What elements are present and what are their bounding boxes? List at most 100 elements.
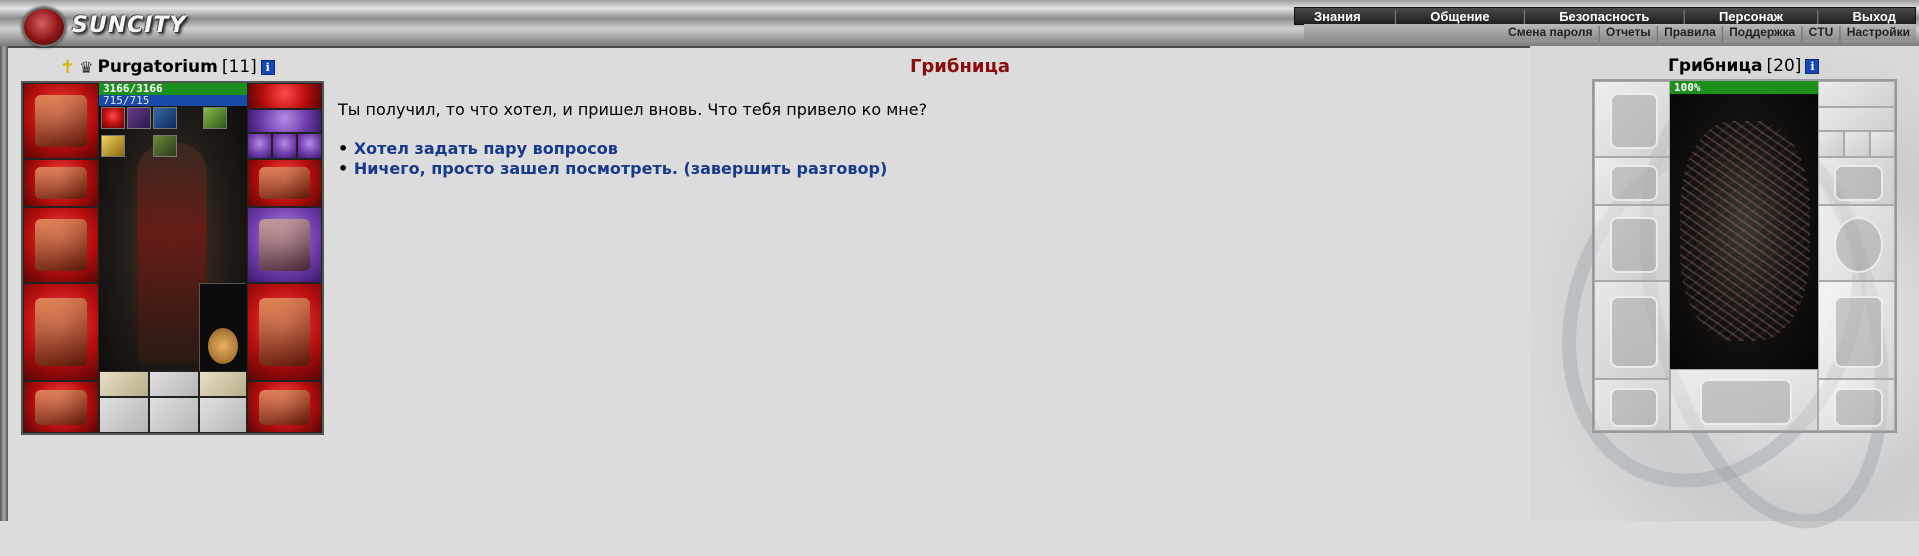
player-portrait[interactable]: 3166/3166 715/715 bbox=[99, 83, 247, 371]
npc-portrait[interactable]: 100% bbox=[1670, 81, 1818, 369]
offhand-slot[interactable] bbox=[247, 207, 322, 283]
npc-hp-bar: 100% bbox=[1670, 81, 1818, 94]
bullet: • bbox=[338, 139, 349, 158]
armor-placeholder-icon bbox=[1609, 296, 1659, 368]
weapon-slot[interactable] bbox=[23, 207, 99, 283]
menu-character[interactable]: Персонаж bbox=[1713, 9, 1789, 24]
menu-divider: | bbox=[1654, 22, 1661, 42]
menu-security[interactable]: Безопасность bbox=[1553, 9, 1655, 24]
empty-ring-slot bbox=[1870, 131, 1895, 157]
dialog-option: • Хотел задать пару вопросов bbox=[338, 139, 887, 159]
submenu-rules[interactable]: Правила bbox=[1664, 25, 1716, 39]
dialog-options: • Хотел задать пару вопросов • Ничего, п… bbox=[338, 139, 887, 179]
empty-boots-slot bbox=[1818, 379, 1895, 431]
empty-slot[interactable] bbox=[199, 397, 247, 433]
empty-amulet-slot bbox=[1818, 81, 1895, 107]
empty-slot[interactable] bbox=[99, 397, 149, 433]
armor-slot[interactable] bbox=[23, 283, 99, 381]
empty-helmet-slot bbox=[1594, 81, 1670, 157]
effect-icon[interactable] bbox=[153, 135, 177, 157]
effect-icon[interactable] bbox=[101, 135, 125, 157]
empty-earring-slot bbox=[1818, 107, 1895, 131]
belt-icon bbox=[35, 389, 87, 425]
effect-icon[interactable] bbox=[101, 107, 125, 129]
boots-slot[interactable] bbox=[247, 381, 322, 433]
effect-icon[interactable] bbox=[153, 107, 177, 129]
gloves-icon bbox=[258, 166, 311, 200]
empty-slot[interactable] bbox=[149, 397, 199, 433]
menu-communication[interactable]: Общение bbox=[1424, 9, 1495, 24]
scroll-slot[interactable] bbox=[199, 371, 247, 397]
gauntlet-icon bbox=[258, 219, 311, 271]
left-frame bbox=[0, 46, 8, 521]
belt-placeholder-icon bbox=[1700, 379, 1792, 425]
pet-portrait[interactable] bbox=[199, 283, 246, 371]
empty-belt-slot bbox=[1594, 379, 1670, 431]
belt-placeholder-icon bbox=[1609, 387, 1659, 427]
gloves-placeholder-icon bbox=[1834, 164, 1883, 202]
earring-slot[interactable] bbox=[247, 109, 322, 133]
clan-emblem-icon[interactable]: ♛ bbox=[79, 58, 93, 77]
bracers-placeholder-icon bbox=[1609, 164, 1659, 202]
effect-icon[interactable] bbox=[203, 107, 227, 129]
ring-slot[interactable] bbox=[247, 133, 272, 159]
scroll-slot[interactable] bbox=[99, 371, 149, 397]
empty-leggings-slot bbox=[1818, 281, 1895, 379]
submenu-reports[interactable]: Отчеты bbox=[1606, 25, 1651, 39]
menu-divider: | bbox=[1521, 6, 1528, 26]
empty-slot[interactable] bbox=[149, 371, 199, 397]
amulet-slot[interactable] bbox=[247, 83, 322, 109]
player-level: [11] bbox=[221, 57, 257, 77]
bracers-icon bbox=[35, 166, 87, 200]
npc-speech: Ты получил, то что хотел, и пришел вновь… bbox=[338, 100, 928, 119]
option-ask-questions[interactable]: Хотел задать пару вопросов bbox=[354, 139, 618, 158]
empty-armor-slot bbox=[1594, 281, 1670, 379]
menu-divider: | bbox=[1719, 22, 1726, 42]
npc-header: Грибница [20] i bbox=[1668, 56, 1820, 76]
effect-icon[interactable] bbox=[127, 107, 151, 129]
submenu-ctu[interactable]: CTU bbox=[1809, 25, 1834, 39]
menu-divider: | bbox=[1837, 22, 1843, 42]
dialog-option: • Ничего, просто зашел посмотреть. (заве… bbox=[338, 159, 887, 179]
leggings-slot[interactable] bbox=[247, 283, 322, 381]
dialog-title: Грибница bbox=[909, 56, 1011, 77]
option-end-conversation[interactable]: Ничего, просто зашел посмотреть. (заверш… bbox=[354, 159, 887, 178]
player-mana-bar: 715/715 bbox=[99, 95, 247, 106]
leggings-placeholder-icon bbox=[1834, 296, 1883, 368]
empty-belt-row bbox=[1670, 369, 1818, 431]
empty-ring-slot bbox=[1844, 131, 1870, 157]
submenu-settings[interactable]: Настройки bbox=[1847, 25, 1910, 39]
helmet-icon bbox=[35, 95, 87, 147]
bracers-slot[interactable] bbox=[23, 159, 99, 207]
menu-divider: | bbox=[1596, 22, 1602, 42]
menu-divider: | bbox=[1799, 22, 1805, 42]
spear-icon bbox=[35, 219, 87, 271]
ring-slot[interactable] bbox=[297, 133, 322, 159]
player-equipment-panel: 3166/3166 715/715 bbox=[21, 81, 324, 435]
submenu-change-password[interactable]: Смена пароля bbox=[1508, 25, 1592, 39]
empty-weapon-slot bbox=[1594, 205, 1670, 281]
menu-divider: | bbox=[1815, 6, 1821, 26]
helmet-slot[interactable] bbox=[23, 83, 99, 159]
helmet-placeholder-icon bbox=[1609, 93, 1659, 149]
player-info-icon[interactable]: i bbox=[260, 59, 275, 75]
menu-divider: | bbox=[1681, 6, 1687, 26]
shield-placeholder-icon bbox=[1834, 217, 1883, 273]
submenu-support[interactable]: Поддержка bbox=[1729, 25, 1795, 39]
menu-knowledge[interactable]: Знания bbox=[1308, 9, 1367, 24]
suncity-logo[interactable]: SUNCITY bbox=[14, 3, 194, 47]
npc-name: Грибница bbox=[1668, 56, 1763, 76]
player-name: Purgatorium bbox=[97, 57, 218, 77]
player-header: ✝ ♛ Purgatorium [11] i bbox=[60, 56, 275, 78]
belt-slot[interactable] bbox=[23, 381, 99, 433]
boots-placeholder-icon bbox=[1834, 387, 1883, 427]
sub-menu: Смена пароля | Отчеты | Правила | Поддер… bbox=[1304, 22, 1916, 42]
menu-exit[interactable]: Выход bbox=[1846, 9, 1901, 24]
swords-placeholder-icon bbox=[1609, 217, 1659, 273]
cross-icon: ✝ bbox=[60, 56, 76, 78]
ring-slot[interactable] bbox=[272, 133, 297, 159]
gloves-slot[interactable] bbox=[247, 159, 322, 207]
npc-info-icon[interactable]: i bbox=[1805, 58, 1820, 74]
empty-ring-slot bbox=[1818, 131, 1844, 157]
city-emblem-icon bbox=[22, 7, 66, 47]
